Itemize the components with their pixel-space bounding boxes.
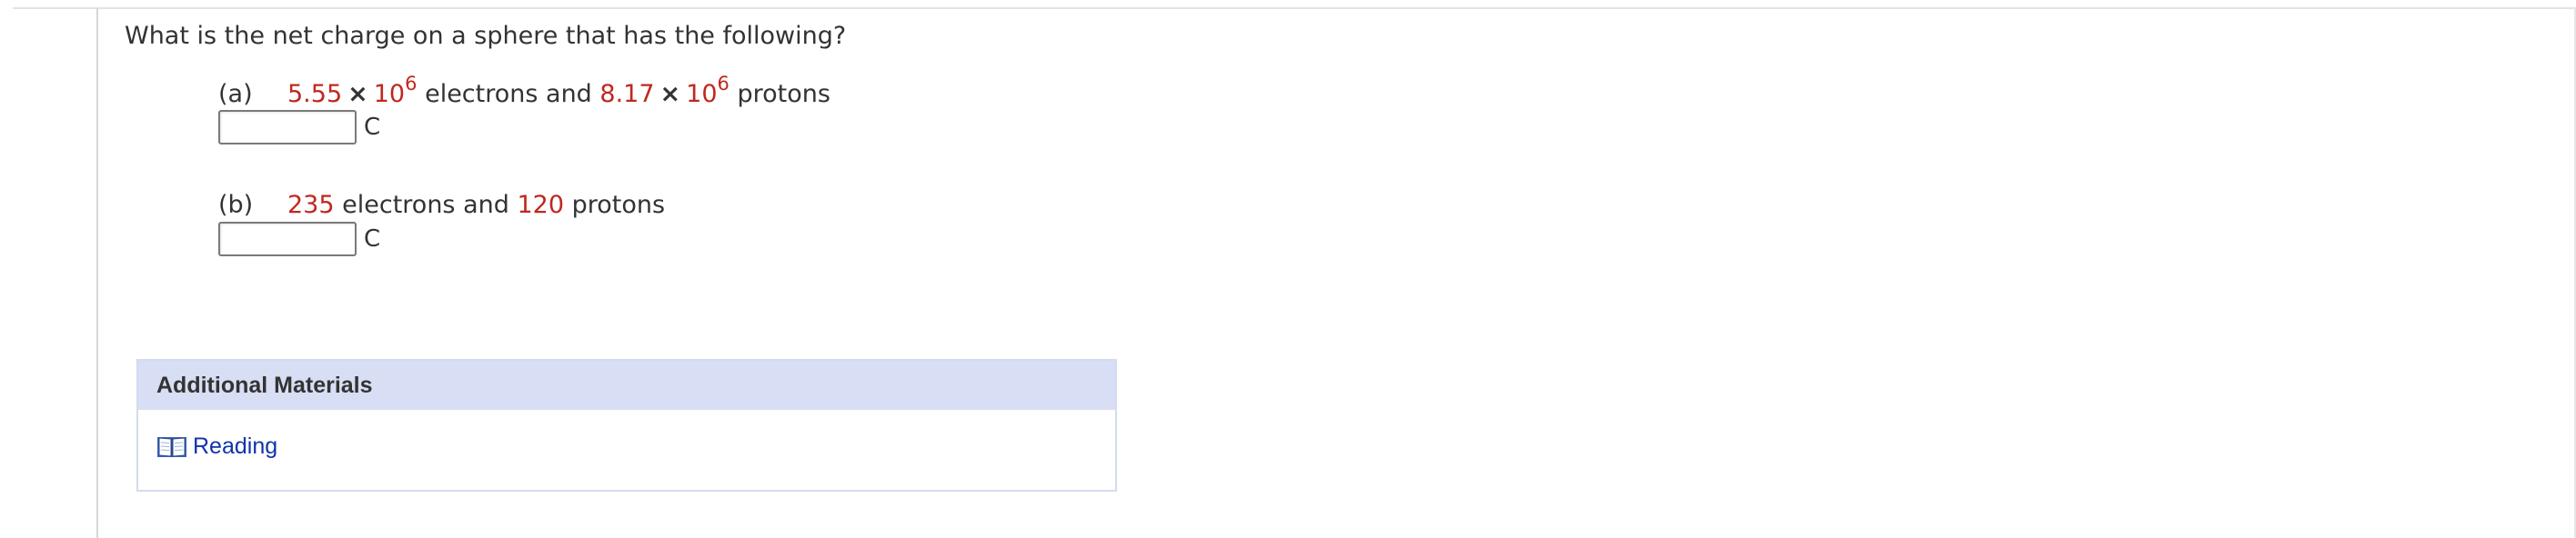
part-b-protons: 120 [517, 191, 565, 219]
part-a-electrons-word: electrons and [425, 80, 592, 108]
part-a-electrons-base: 10 [373, 80, 406, 108]
additional-materials-panel: Additional Materials Reading [136, 359, 1117, 492]
part-b-answer-row: C [218, 222, 380, 256]
times-sign: × [347, 80, 368, 108]
part-b-protons-word: protons [571, 191, 666, 219]
part-a-label: (a) [218, 80, 253, 108]
part-a-electrons-exponent: 6 [405, 73, 418, 95]
part-a-protons-word: protons [737, 80, 830, 108]
part-a-answer-row: C [218, 110, 380, 144]
part-b-electrons-word: electrons and [342, 191, 509, 219]
part-a-protons-base: 10 [686, 80, 718, 108]
part-a-answer-input[interactable] [218, 110, 357, 144]
book-icon [157, 436, 186, 457]
question-page: What is the net charge on a sphere that … [0, 0, 2576, 538]
part-a-electrons-mantissa: 5.55 [287, 80, 343, 108]
part-a-protons-mantissa: 8.17 [599, 80, 655, 108]
left-border [96, 8, 98, 538]
part-b-answer-input[interactable] [218, 222, 357, 256]
part-b-statement: (b) 235 electrons and 120 protons [218, 189, 665, 222]
part-a-protons-exponent: 6 [717, 73, 730, 95]
part-a-statement: (a) 5.55 × 106 electrons and 8.17 × 106 proto… [218, 75, 830, 111]
part-a-unit: C [364, 114, 381, 141]
top-divider [13, 7, 2576, 9]
reading-link[interactable]: Reading [156, 433, 277, 460]
part-b-electrons: 235 [287, 191, 335, 219]
question-text: What is the net charge on a sphere that … [125, 22, 847, 50]
part-b-unit: C [364, 225, 381, 253]
part-b-label: (b) [218, 191, 254, 219]
additional-materials-title: Additional Materials [138, 361, 1115, 410]
reading-link-label: Reading [193, 433, 278, 459]
times-sign: × [659, 80, 681, 108]
